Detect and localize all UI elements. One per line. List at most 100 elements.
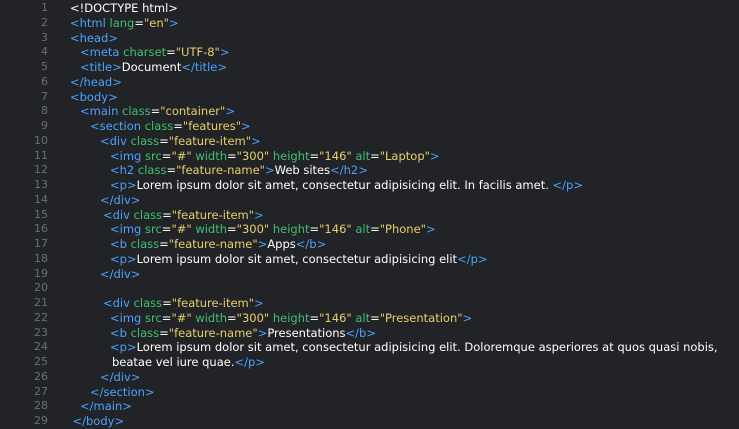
code-line[interactable]: 20 bbox=[0, 281, 739, 296]
line-number: 5 bbox=[41, 60, 48, 73]
code-line[interactable]: 17 <b class="feature-name">Apps</b> bbox=[0, 237, 739, 252]
code-token: </title> bbox=[181, 60, 227, 74]
code-line[interactable]: 26 </div> bbox=[0, 370, 739, 385]
line-number: 13 bbox=[34, 178, 48, 191]
code-token: <html bbox=[70, 15, 110, 30]
code-token: <p> bbox=[110, 178, 137, 192]
code-token: <meta bbox=[80, 45, 124, 60]
code-token: = bbox=[159, 237, 169, 251]
code-token: <img bbox=[110, 310, 145, 325]
code-line[interactable]: 12 <h2 class="feature-name">Web sites</h2… bbox=[0, 163, 739, 178]
code-token: = bbox=[227, 148, 237, 163]
code-line[interactable]: 1 <!DOCTYPE html> bbox=[0, 1, 739, 16]
code-text: <img src="#" width="300" height="146" al… bbox=[110, 149, 440, 164]
code-line[interactable]: 15 <div class="feature-item"> bbox=[0, 208, 739, 223]
code-line[interactable]: 27 </section> bbox=[0, 385, 739, 400]
code-text: <b class="feature-name">Presentations</b… bbox=[110, 326, 376, 341]
code-token: Apps bbox=[267, 237, 296, 251]
code-text: <div class="feature-item"> bbox=[103, 208, 264, 223]
line-number: 2 bbox=[41, 15, 48, 29]
code-token: = bbox=[162, 207, 172, 222]
code-line[interactable]: 16 <img src="#" width="300" height="146" … bbox=[0, 222, 739, 237]
code-line[interactable]: 8 <main class="container"> bbox=[0, 104, 739, 119]
code-text: <p>Lorem ipsum dolor sit amet, consectet… bbox=[110, 178, 583, 193]
code-token: = bbox=[309, 222, 320, 237]
code-text: <div class="feature-item"> bbox=[100, 134, 261, 149]
code-line[interactable]: 23 <b class="feature-name">Presentations<… bbox=[0, 326, 739, 341]
code-token: > bbox=[251, 133, 261, 148]
code-token: "feature-item" bbox=[171, 207, 255, 222]
code-text: <p>Lorem ipsum dolor sit amet, consectet… bbox=[110, 252, 488, 267]
code-token: "feature-name" bbox=[168, 325, 258, 340]
code-token: = bbox=[162, 296, 172, 310]
code-token: height bbox=[272, 148, 310, 163]
code-token: width bbox=[195, 310, 228, 325]
code-line[interactable]: 21 <div class="feature-item"> bbox=[0, 296, 739, 311]
code-line[interactable]: 9 <section class="features"> bbox=[0, 119, 739, 134]
code-token: </section> bbox=[90, 384, 155, 399]
code-line[interactable]: 7 <body> bbox=[0, 90, 739, 105]
code-line[interactable]: 11 <img src="#" width="300" height="146" … bbox=[0, 149, 739, 164]
code-token: "UTF-8" bbox=[175, 45, 220, 60]
code-text: </div> bbox=[100, 193, 140, 208]
code-line[interactable]: 29 </body> bbox=[0, 414, 739, 429]
code-token: height bbox=[272, 222, 310, 237]
code-token: </body> bbox=[72, 414, 125, 428]
code-token: = bbox=[370, 222, 380, 237]
code-token: "features" bbox=[182, 119, 242, 133]
line-number: 28 bbox=[34, 399, 48, 413]
code-text: <h2 class="feature-name">Web sites</h2> bbox=[110, 163, 368, 178]
code-token: <div bbox=[103, 207, 134, 222]
code-line[interactable]: 28 </main> bbox=[0, 399, 739, 414]
code-token: Lorem ipsum dolor sit amet, consectetur … bbox=[136, 340, 718, 355]
code-token: > bbox=[264, 163, 275, 178]
code-line[interactable]: 5 <title>Document</title> bbox=[0, 60, 739, 75]
code-token: "#" bbox=[171, 222, 196, 237]
code-text: <html lang="en"> bbox=[70, 16, 179, 31]
code-token: > bbox=[254, 207, 264, 222]
code-token: = bbox=[161, 222, 172, 237]
code-line[interactable]: 14 </div> bbox=[0, 193, 739, 208]
code-token: = bbox=[227, 310, 237, 325]
line-number: 4 bbox=[41, 45, 48, 59]
code-line[interactable]: 13 <p>Lorem ipsum dolor sit amet, consect… bbox=[0, 178, 739, 193]
code-token: <title> bbox=[80, 60, 122, 74]
code-line[interactable]: 6 </head> bbox=[0, 75, 739, 90]
code-line[interactable]: 3 <head> bbox=[0, 31, 739, 46]
code-editor[interactable]: 1 <!DOCTYPE html> 2 <html lang="en"> 3 <head>… bbox=[0, 0, 739, 428]
code-text: <img src="#" width="300" height="146" al… bbox=[110, 311, 472, 326]
code-line[interactable]: 4 <meta charset="UTF-8"> bbox=[0, 45, 739, 60]
code-token: <img bbox=[110, 222, 145, 237]
code-token: src bbox=[145, 310, 162, 325]
code-token: "300" bbox=[236, 310, 273, 325]
code-text: </div> bbox=[100, 370, 140, 385]
code-token: Presentations bbox=[267, 325, 346, 340]
code-token: <img bbox=[110, 148, 145, 163]
code-text: </body> bbox=[73, 414, 125, 429]
code-line[interactable]: 25 beatae vel iure quae.</p> bbox=[0, 355, 739, 370]
code-token: > bbox=[257, 325, 268, 340]
code-token: > bbox=[225, 104, 235, 119]
code-line[interactable]: 24 <p>Lorem ipsum dolor sit amet, consect… bbox=[0, 340, 739, 355]
code-token: width bbox=[195, 148, 228, 163]
code-text: </head> bbox=[70, 75, 122, 90]
code-text: beatae vel iure quae.</p> bbox=[112, 355, 265, 370]
code-text: <title>Document</title> bbox=[80, 60, 227, 75]
code-token: lang bbox=[109, 15, 135, 30]
line-number: 17 bbox=[34, 237, 48, 250]
code-line[interactable]: 19 </div> bbox=[0, 267, 739, 282]
code-token: width bbox=[195, 222, 228, 237]
line-number: 9 bbox=[41, 119, 48, 132]
code-token: > bbox=[429, 148, 440, 163]
code-token: = bbox=[134, 15, 144, 30]
code-token: > bbox=[257, 237, 268, 251]
code-line[interactable]: 18 <p>Lorem ipsum dolor sit amet, consect… bbox=[0, 252, 739, 267]
code-line[interactable]: 10 <div class="feature-item"> bbox=[0, 134, 739, 149]
code-token: class bbox=[137, 163, 167, 178]
code-line[interactable]: 22 <img src="#" width="300" height="146" … bbox=[0, 311, 739, 326]
code-line[interactable]: 2 <html lang="en"> bbox=[0, 16, 739, 31]
code-token: <div bbox=[103, 296, 134, 310]
code-token: > bbox=[254, 296, 264, 310]
code-token: class bbox=[144, 119, 174, 133]
code-token: class bbox=[130, 237, 160, 251]
